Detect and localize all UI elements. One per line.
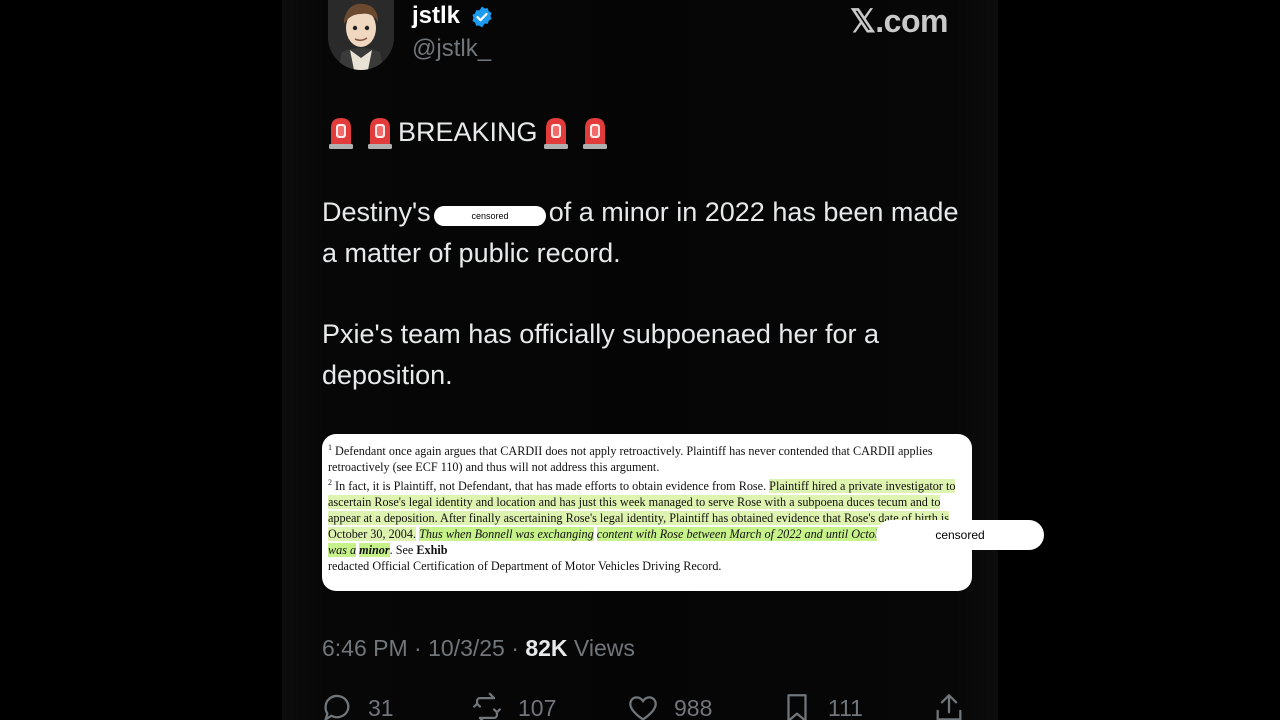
- footnote-1: Defendant once again argues that CARDII …: [328, 444, 933, 475]
- repost-count: 107: [518, 694, 557, 720]
- footnote-number: 2: [328, 478, 332, 488]
- footnote-2-text: . See: [389, 543, 414, 558]
- reply-icon: [324, 694, 350, 720]
- tweet-paragraph-2: Pxie's team has officially subpoenaed he…: [322, 319, 879, 390]
- tweet-paragraph-1: Destiny's of a minor in 2022 has been mad…: [322, 192, 962, 273]
- bookmark-icon: [787, 694, 807, 720]
- bookmark-button[interactable]: 111: [780, 688, 863, 720]
- heart-icon: [629, 696, 657, 720]
- verified-badge-icon: [472, 6, 492, 28]
- avatar[interactable]: [328, 0, 394, 70]
- separator: ·: [504, 635, 526, 661]
- display-name[interactable]: jstlk: [412, 0, 460, 32]
- like-button[interactable]: 988: [626, 688, 712, 720]
- repost-button[interactable]: 107: [470, 688, 556, 720]
- tweet-meta: 6:46 PM · 10/3/25 · 82K Views: [322, 632, 635, 664]
- police-siren-icon: [329, 118, 353, 149]
- document-text: 1 Defendant once again argues that CARDI…: [328, 440, 968, 574]
- like-count: 988: [674, 694, 713, 720]
- censor-overlay: censored: [876, 520, 1044, 550]
- breaking-line: BREAKING: [326, 112, 619, 152]
- share-button[interactable]: [932, 688, 966, 720]
- action-bar: 31 107 988 111: [320, 688, 980, 720]
- censor-overlay: censored: [434, 206, 546, 226]
- attached-document-image[interactable]: 1 Defendant once again argues that CARDI…: [322, 434, 972, 591]
- police-siren-icon: [543, 118, 568, 149]
- tweet-text: Destiny's: [322, 197, 431, 227]
- timestamp[interactable]: 6:46 PM: [322, 635, 408, 661]
- police-siren-icon: [368, 118, 392, 149]
- x-brand-logo: 𝕏.com: [850, 3, 948, 39]
- bookmark-count: 111: [828, 694, 863, 720]
- date[interactable]: 10/3/25: [428, 635, 505, 661]
- tweet-card: jstlk @jstlk_ 𝕏.com BREAKING Destiny's o…: [282, 0, 998, 720]
- footnote-2-text: In fact, it is Plaintiff, not Defendant,…: [335, 479, 767, 494]
- handle[interactable]: @jstlk_: [412, 34, 491, 64]
- reply-button[interactable]: 31: [320, 688, 394, 720]
- highlighted-text: minor: [359, 543, 390, 558]
- repost-icon: [473, 692, 501, 720]
- footnote-number: 1: [328, 443, 332, 452]
- views-count[interactable]: 82K: [525, 635, 567, 661]
- views-label: Views: [573, 635, 635, 661]
- breaking-text: BREAKING: [398, 116, 538, 147]
- reply-count: 31: [368, 694, 394, 720]
- separator: ·: [407, 635, 429, 661]
- share-icon: [936, 694, 962, 720]
- highlighted-text: Thus when Bonnell was exchanging: [419, 527, 594, 542]
- footnote-2-text: Exhib: [416, 543, 448, 558]
- footnote-2-text: redacted Official Certification of Depar…: [328, 559, 722, 574]
- police-siren-icon: [582, 118, 607, 149]
